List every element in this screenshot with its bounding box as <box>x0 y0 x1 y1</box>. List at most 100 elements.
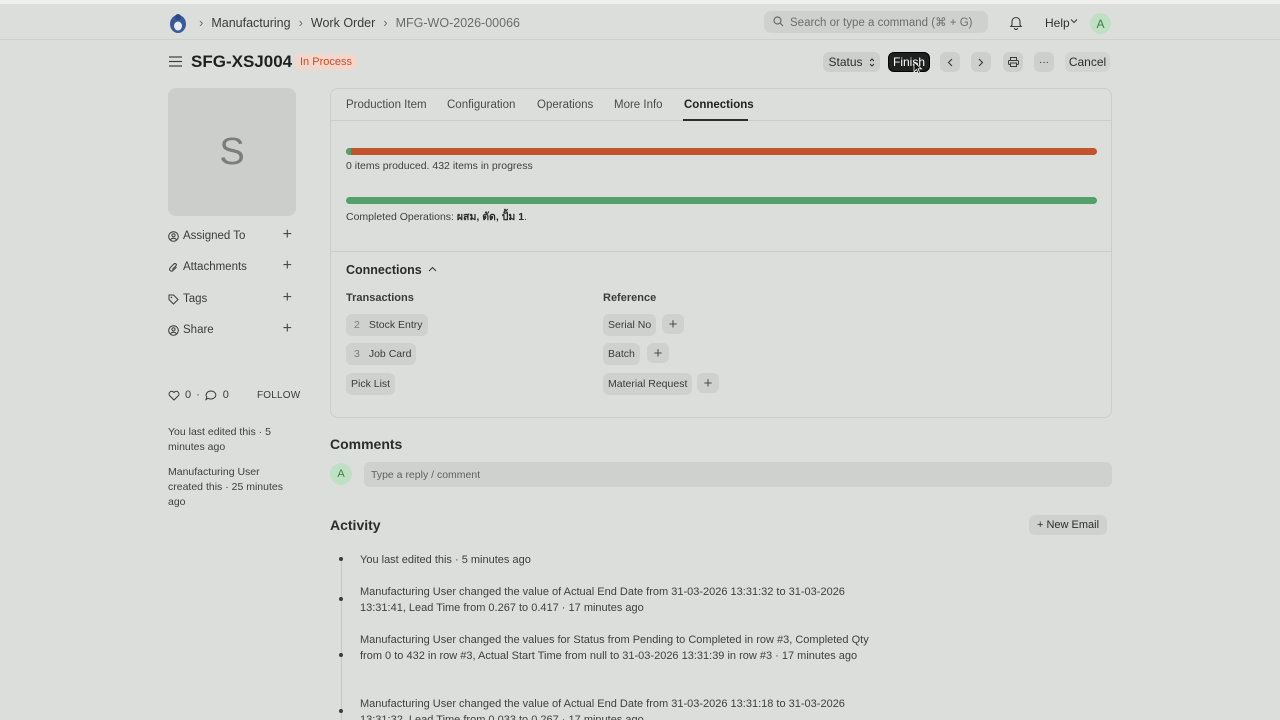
sidebar-item-attachments[interactable]: Attachments + <box>168 258 292 276</box>
search-placeholder: Search or type a command (⌘ + G) <box>790 17 973 29</box>
operations-progress-text: Completed Operations: ผสม, ตัด, ปั้ม 1. <box>346 208 527 225</box>
tab-connections[interactable]: Connections <box>684 99 754 111</box>
connection-label: Batch <box>608 348 635 360</box>
heart-icon[interactable] <box>168 390 180 401</box>
dot-separator: · <box>196 389 200 401</box>
transactions-heading: Transactions <box>346 292 414 304</box>
chevron-right-icon: › <box>199 15 204 30</box>
timeline-dot <box>339 597 343 601</box>
chevron-down-icon <box>1070 19 1078 24</box>
comments-heading: Comments <box>330 436 403 452</box>
comment-icon[interactable] <box>204 389 217 401</box>
operations-list: ผสม, ตัด, ปั้ม 1 <box>456 211 525 223</box>
user-icon <box>168 230 183 242</box>
chevron-right-icon: › <box>383 15 388 30</box>
connection-batch[interactable]: Batch <box>603 343 640 365</box>
breadcrumb: › Manufacturing › Work Order › MFG-WO-20… <box>197 15 520 30</box>
chevron-left-icon <box>947 58 953 66</box>
top-navbar: › Manufacturing › Work Order › MFG-WO-20… <box>0 0 1280 40</box>
production-progress-fill <box>346 148 351 155</box>
connection-material-request[interactable]: Material Request <box>603 373 693 395</box>
add-material-request-button[interactable]: + <box>697 373 719 393</box>
add-serial-no-button[interactable]: + <box>662 314 684 334</box>
finish-button[interactable]: Finish <box>888 52 930 72</box>
next-record-button[interactable] <box>971 52 991 72</box>
tab-operations[interactable]: Operations <box>537 99 593 111</box>
add-icon[interactable]: + <box>283 227 292 243</box>
breadcrumb-manufacturing[interactable]: Manufacturing <box>211 16 290 30</box>
follow-button[interactable]: FOLLOW <box>257 390 300 401</box>
production-progress-text: 0 items produced. 432 items in progress <box>346 160 533 172</box>
previous-record-button[interactable] <box>940 52 960 72</box>
production-progress-bar <box>346 148 1097 155</box>
operations-suffix: . <box>524 211 527 223</box>
active-tab-indicator <box>683 119 748 121</box>
connection-job-card[interactable]: 3 Job Card <box>346 343 417 365</box>
reference-heading: Reference <box>603 292 657 304</box>
likes-comments-counter: 0 · 0 <box>168 389 229 401</box>
connection-count: 2 <box>354 319 360 331</box>
status-button-label: Status <box>828 55 863 69</box>
add-icon[interactable]: + <box>283 290 292 306</box>
connection-label: Job Card <box>368 348 412 360</box>
sidebar-item-tags[interactable]: Tags + <box>168 290 292 308</box>
created-by-text: Manufacturing User created this · 25 min… <box>168 466 283 508</box>
connection-label: Pick List <box>351 378 391 390</box>
add-icon[interactable]: + <box>283 258 292 274</box>
connections-heading[interactable]: Connections <box>346 263 422 277</box>
print-button[interactable] <box>1003 52 1023 72</box>
activity-item: Manufacturing User changed the values fo… <box>360 634 869 662</box>
breadcrumb-work-order[interactable]: Work Order <box>311 16 375 30</box>
sidebar-item-label: Share <box>183 324 214 336</box>
add-icon[interactable]: + <box>283 321 292 337</box>
sidebar-item-label: Tags <box>183 293 208 305</box>
tab-more-info[interactable]: More Info <box>614 99 663 111</box>
form-card: Production Item Configuration Operations… <box>330 88 1112 418</box>
status-badge: In Process <box>295 54 357 70</box>
hamburger-menu-icon[interactable] <box>169 56 182 67</box>
connection-label: Material Request <box>608 378 688 390</box>
add-batch-button[interactable]: + <box>647 343 669 363</box>
sidebar-item-label: Attachments <box>183 261 247 273</box>
printer-icon <box>1007 57 1019 67</box>
activity-item: Manufacturing User changed the value of … <box>360 586 845 614</box>
tab-configuration[interactable]: Configuration <box>447 99 515 111</box>
connection-stock-entry[interactable]: 2 Stock Entry <box>346 314 428 336</box>
share-icon <box>168 324 183 336</box>
notification-bell-icon[interactable] <box>1009 15 1023 30</box>
status-dropdown-button[interactable]: Status <box>823 52 880 72</box>
tag-icon <box>168 294 183 305</box>
document-image-placeholder[interactable]: S <box>168 88 296 216</box>
user-avatar[interactable]: A <box>1090 13 1111 34</box>
sidebar-item-assigned-to[interactable]: Assigned To + <box>168 227 292 245</box>
sort-chevrons-icon <box>869 57 874 67</box>
likes-count: 0 <box>185 389 192 401</box>
chevron-up-icon[interactable] <box>428 266 437 272</box>
activity-item: Manufacturing User changed the value of … <box>360 698 845 720</box>
activity-item: You last edited this · 5 minutes ago <box>360 554 531 566</box>
comment-avatar: A <box>330 463 352 485</box>
breadcrumb-current[interactable]: MFG-WO-2026-00066 <box>396 16 520 30</box>
section-divider <box>331 251 1111 252</box>
connection-pick-list[interactable]: Pick List <box>346 373 396 395</box>
more-actions-button[interactable]: ··· <box>1034 52 1054 72</box>
paperclip-icon <box>168 262 183 273</box>
new-email-button[interactable]: + New Email <box>1029 515 1107 535</box>
connection-count: 3 <box>354 348 360 360</box>
search-icon <box>773 16 784 27</box>
comment-input[interactable] <box>364 462 1112 487</box>
connection-serial-no[interactable]: Serial No <box>603 314 657 336</box>
activity-heading: Activity <box>330 517 381 533</box>
cancel-button[interactable]: Cancel <box>1065 52 1110 72</box>
sidebar-item-share[interactable]: Share + <box>168 321 292 339</box>
search-bar[interactable]: Search or type a command (⌘ + G) <box>764 11 988 33</box>
app-logo-icon[interactable] <box>167 11 189 35</box>
connection-label: Serial No <box>608 319 652 331</box>
help-menu[interactable]: Help <box>1045 16 1070 30</box>
comments-count: 0 <box>222 389 229 401</box>
tab-production-item[interactable]: Production Item <box>346 99 427 111</box>
timeline-dot <box>339 709 343 713</box>
operations-progress-bar <box>346 197 1097 204</box>
mouse-cursor-icon <box>913 61 923 75</box>
chevron-right-icon <box>978 58 984 66</box>
